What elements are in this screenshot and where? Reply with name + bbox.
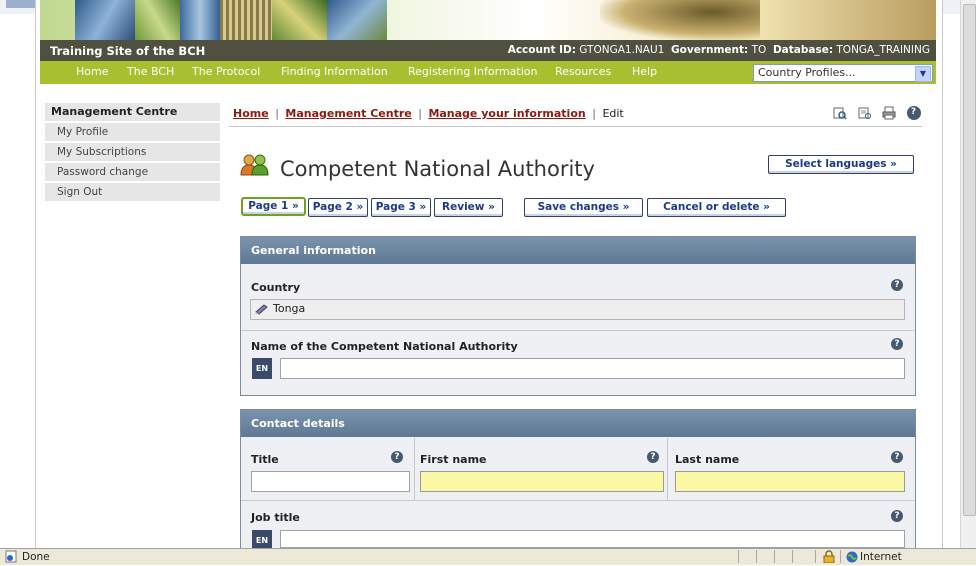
job-title-label: Job title bbox=[251, 511, 300, 524]
country-label: Country bbox=[251, 281, 301, 294]
page-tools: ? bbox=[833, 106, 928, 120]
banner-photo bbox=[220, 0, 272, 40]
cancel-or-delete-button[interactable]: Cancel or delete » bbox=[647, 198, 786, 217]
sidebar-item-sign-out[interactable]: Sign Out bbox=[45, 183, 220, 203]
save-changes-button[interactable]: Save changes » bbox=[524, 198, 643, 217]
column-divider bbox=[667, 438, 668, 500]
users-icon bbox=[240, 154, 270, 176]
page-2-button[interactable]: Page 2 » bbox=[308, 198, 368, 217]
nav-resources[interactable]: Resources bbox=[555, 65, 611, 78]
country-value: Tonga bbox=[273, 302, 306, 315]
management-sidebar: Management Centre My Profile My Subscrip… bbox=[45, 103, 220, 203]
government-label: Government: bbox=[671, 44, 749, 56]
nav-the-bch[interactable]: The BCH bbox=[127, 65, 174, 78]
row-divider bbox=[241, 500, 914, 501]
security-zone: Internet bbox=[860, 551, 902, 563]
title-input[interactable] bbox=[251, 471, 410, 492]
nav-the-protocol[interactable]: The Protocol bbox=[192, 65, 260, 78]
status-divider bbox=[774, 550, 775, 563]
nav-registering-information[interactable]: Registering Information bbox=[408, 65, 537, 78]
status-divider bbox=[792, 550, 793, 563]
breadcrumb-manage-link[interactable]: Manage your information bbox=[428, 107, 585, 120]
first-name-label: First name bbox=[420, 453, 487, 466]
site-banner bbox=[40, 0, 936, 40]
help-icon[interactable]: ? bbox=[891, 510, 903, 522]
browser-status-bar: Done Internet bbox=[0, 548, 976, 565]
status-text: Done bbox=[22, 551, 50, 563]
sidebar-item-my-subscriptions[interactable]: My Subscriptions bbox=[45, 143, 220, 163]
help-icon[interactable]: ? bbox=[891, 279, 903, 291]
breadcrumb-home-link[interactable]: Home bbox=[233, 107, 269, 120]
banner-photo bbox=[180, 0, 220, 40]
cna-name-input[interactable] bbox=[280, 358, 905, 379]
vertical-scrollbar[interactable] bbox=[960, 0, 976, 548]
job-title-input[interactable] bbox=[280, 530, 905, 548]
breadcrumb-management-link[interactable]: Management Centre bbox=[285, 107, 411, 120]
first-name-input[interactable] bbox=[420, 471, 664, 492]
breadcrumb-divider bbox=[229, 126, 922, 127]
status-divider bbox=[738, 550, 739, 563]
row-divider bbox=[241, 330, 914, 331]
help-icon[interactable]: ? bbox=[647, 451, 659, 463]
chevron-down-icon[interactable]: ▼ bbox=[915, 66, 931, 82]
breadcrumb-current: Edit bbox=[602, 107, 624, 120]
page-title: Competent National Authority bbox=[280, 157, 595, 181]
select-languages-button[interactable]: Select languages » bbox=[768, 155, 914, 174]
country-field: Tonga bbox=[250, 299, 905, 320]
help-icon[interactable]: ? bbox=[391, 451, 403, 463]
account-info: Account ID: GTONGA1.NAU1 Government: TO … bbox=[508, 44, 930, 56]
help-icon[interactable]: ? bbox=[891, 451, 903, 463]
breadcrumb-separator: | bbox=[275, 107, 279, 120]
banner-photo bbox=[135, 0, 180, 40]
scrollbar-thumb[interactable] bbox=[963, 4, 976, 516]
banner-photo bbox=[75, 0, 135, 40]
breadcrumb-separator: | bbox=[592, 107, 596, 120]
status-divider bbox=[756, 550, 757, 563]
help-icon[interactable]: ? bbox=[891, 338, 903, 350]
breadcrumb: Home | Management Centre | Manage your i… bbox=[233, 107, 624, 120]
sidebar-item-password-change[interactable]: Password change bbox=[45, 163, 220, 183]
nav-finding-information[interactable]: Finding Information bbox=[281, 65, 388, 78]
review-button[interactable]: Review » bbox=[434, 198, 503, 217]
page-1-button[interactable]: Page 1 » bbox=[241, 197, 306, 216]
nav-home[interactable]: Home bbox=[76, 65, 108, 78]
database-value: TONGA_TRAINING bbox=[836, 44, 930, 56]
nav-help[interactable]: Help bbox=[632, 65, 657, 78]
language-tag-en: EN bbox=[252, 358, 272, 379]
sidebar-item-my-profile[interactable]: My Profile bbox=[45, 123, 220, 143]
account-id-value: GTONGA1.NAU1 bbox=[579, 44, 665, 56]
contact-details-heading: Contact details bbox=[241, 410, 915, 437]
database-label: Database: bbox=[772, 44, 834, 56]
last-name-label: Last name bbox=[675, 453, 740, 466]
cna-name-label: Name of the Competent National Authority bbox=[251, 340, 518, 353]
banner-photo bbox=[272, 0, 327, 40]
banner-photo bbox=[327, 0, 387, 40]
view-record-icon[interactable] bbox=[858, 106, 872, 120]
status-divider bbox=[840, 550, 841, 563]
help-icon[interactable]: ? bbox=[906, 106, 921, 120]
edit-icon bbox=[255, 303, 269, 318]
site-title-bar: Training Site of the BCH Account ID: GTO… bbox=[40, 40, 936, 61]
print-icon[interactable] bbox=[882, 106, 896, 120]
country-profiles-value: Country Profiles... bbox=[758, 66, 856, 79]
language-tag-en: EN bbox=[252, 530, 272, 548]
sidebar-heading: Management Centre bbox=[45, 103, 220, 123]
general-information-heading: General information bbox=[241, 237, 915, 264]
government-value: TO bbox=[751, 44, 767, 56]
main-navigation: Home The BCH The Protocol Finding Inform… bbox=[40, 61, 936, 84]
status-divider bbox=[815, 550, 816, 563]
last-name-input[interactable] bbox=[675, 471, 905, 492]
banner-photo bbox=[600, 0, 760, 40]
site-title: Training Site of the BCH bbox=[50, 44, 206, 58]
account-id-label: Account ID: bbox=[507, 44, 576, 56]
title-label: Title bbox=[251, 453, 279, 466]
column-divider bbox=[414, 438, 415, 500]
find-record-icon[interactable] bbox=[833, 106, 847, 120]
page-3-button[interactable]: Page 3 » bbox=[371, 198, 431, 217]
breadcrumb-separator: | bbox=[418, 107, 422, 120]
country-profiles-select[interactable]: Country Profiles... ▼ bbox=[753, 64, 933, 82]
